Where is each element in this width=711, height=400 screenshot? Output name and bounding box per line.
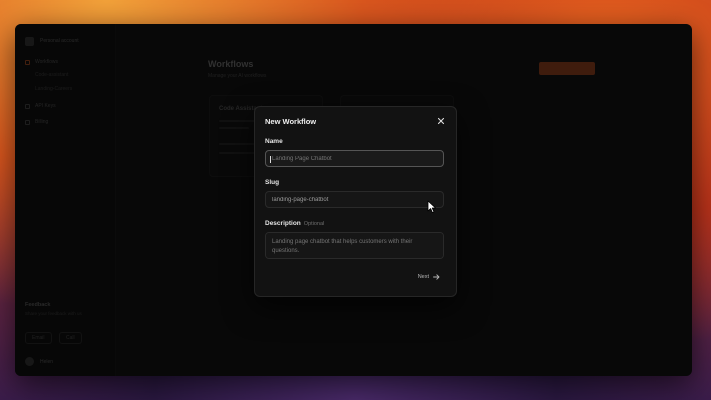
arrow-right-icon <box>433 274 440 280</box>
next-button[interactable]: Next <box>418 274 440 280</box>
name-label: Name <box>265 138 283 145</box>
mouse-cursor-icon <box>427 200 436 213</box>
dialog-title: New Workflow <box>265 117 317 126</box>
text-caret <box>270 156 271 163</box>
next-label: Next <box>417 274 429 280</box>
optional-tag: Optional <box>303 221 325 227</box>
description-textarea[interactable] <box>265 232 444 259</box>
description-label-text: Description <box>265 220 301 227</box>
close-icon[interactable] <box>436 116 446 126</box>
name-input[interactable] <box>265 150 444 167</box>
description-label: Description Optional <box>265 220 324 227</box>
slug-label: Slug <box>265 179 280 186</box>
slug-input[interactable] <box>265 191 444 208</box>
